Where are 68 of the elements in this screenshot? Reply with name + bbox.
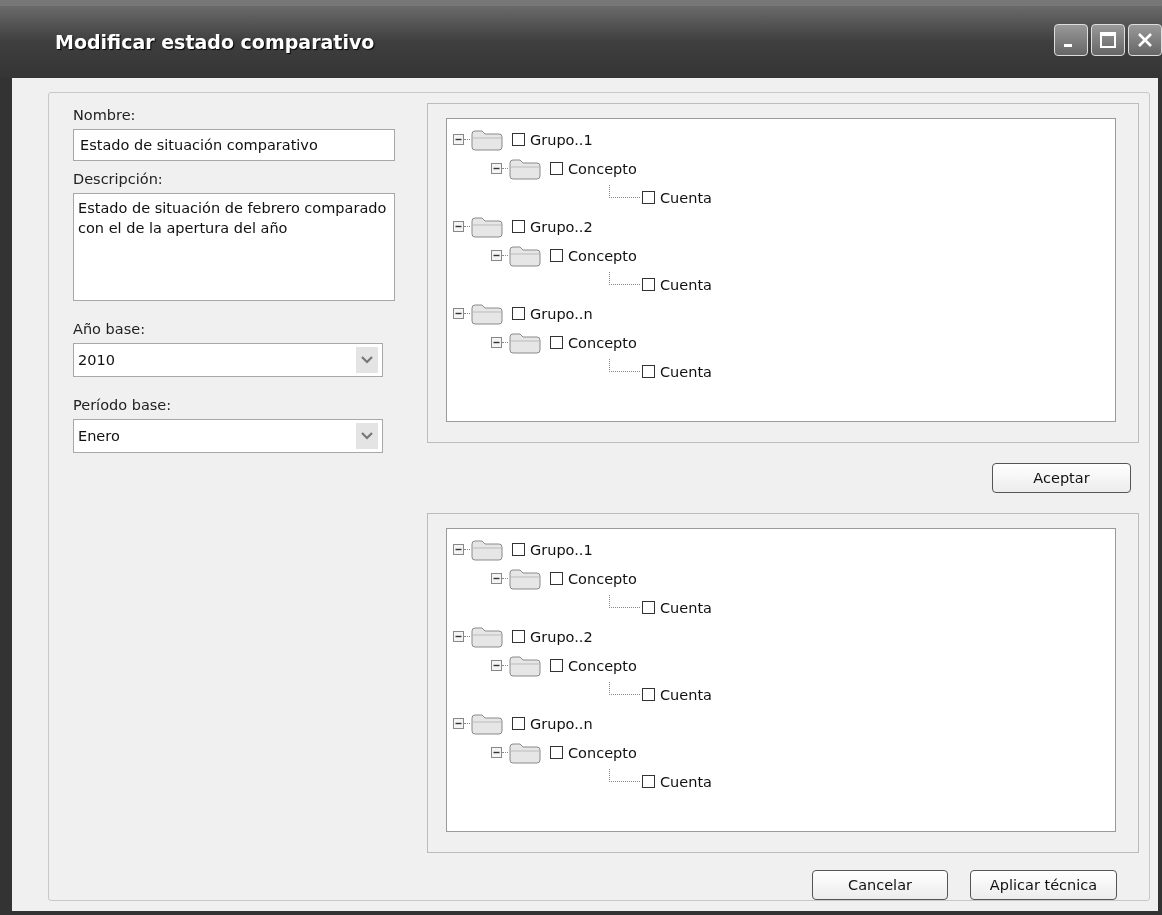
checkbox[interactable] <box>642 278 655 291</box>
collapse-toggle-icon[interactable] <box>491 660 502 671</box>
tree-item[interactable]: Cuenta <box>660 686 712 703</box>
checkbox[interactable] <box>550 249 563 262</box>
checkbox[interactable] <box>512 220 525 233</box>
tree-item[interactable]: Cuenta <box>660 189 712 206</box>
minimize-button[interactable] <box>1054 24 1088 56</box>
field-label: Año base: <box>73 321 147 337</box>
checkbox[interactable] <box>512 717 525 730</box>
close-icon <box>1136 31 1154 49</box>
tree-item[interactable]: Grupo..1 <box>530 541 593 558</box>
period-dropdown[interactable]: Enero <box>73 419 383 453</box>
tree-item[interactable]: Grupo..n <box>530 305 593 322</box>
minimize-icon <box>1064 43 1072 47</box>
checkbox[interactable] <box>512 543 525 556</box>
checkbox[interactable] <box>642 775 655 788</box>
year-dropdown[interactable]: 2010 <box>73 343 383 377</box>
dialog-button[interactable]: Cancelar <box>812 870 948 900</box>
collapse-toggle-icon[interactable] <box>453 544 464 555</box>
tree-item[interactable]: Concepto <box>568 570 637 587</box>
chevron-down-icon <box>356 423 378 449</box>
collapse-toggle-icon[interactable] <box>491 163 502 174</box>
tree-item[interactable]: Grupo..2 <box>530 218 593 235</box>
window-title: Modificar estado comparativo <box>55 31 375 53</box>
maximize-button[interactable] <box>1091 24 1125 56</box>
checkbox[interactable] <box>642 688 655 701</box>
tree-item[interactable]: Concepto <box>568 657 637 674</box>
tree-item[interactable]: Concepto <box>568 744 637 761</box>
collapse-toggle-icon[interactable] <box>453 134 464 145</box>
checkbox[interactable] <box>512 307 525 320</box>
checkbox[interactable] <box>512 133 525 146</box>
checkbox[interactable] <box>642 365 655 378</box>
name-field[interactable]: Estado de situación comparativo <box>73 129 395 161</box>
collapse-toggle-icon[interactable] <box>453 221 464 232</box>
tree-item[interactable]: Grupo..2 <box>530 628 593 645</box>
description-field[interactable]: Estado de situación de febrero comparado con el de la apertura del año <box>73 193 395 301</box>
checkbox[interactable] <box>642 191 655 204</box>
field-label: Nombre: <box>73 107 137 123</box>
checkbox[interactable] <box>550 746 563 759</box>
checkbox[interactable] <box>550 336 563 349</box>
tree-item[interactable]: Grupo..1 <box>530 131 593 148</box>
checkbox[interactable] <box>550 572 563 585</box>
collapse-toggle-icon[interactable] <box>453 631 464 642</box>
checkbox[interactable] <box>550 162 563 175</box>
tree-item[interactable]: Cuenta <box>660 599 712 616</box>
collapse-toggle-icon[interactable] <box>453 308 464 319</box>
close-button[interactable] <box>1128 24 1162 56</box>
collapse-toggle-icon[interactable] <box>491 250 502 261</box>
tree-item[interactable]: Cuenta <box>660 276 712 293</box>
collapse-toggle-icon[interactable] <box>491 573 502 584</box>
collapse-toggle-icon[interactable] <box>491 747 502 758</box>
tree-item[interactable]: Concepto <box>568 247 637 264</box>
tree-item[interactable]: Concepto <box>568 334 637 351</box>
tree-item[interactable]: Concepto <box>568 160 637 177</box>
collapse-toggle-icon[interactable] <box>453 718 464 729</box>
chevron-down-icon <box>356 347 378 373</box>
collapse-toggle-icon[interactable] <box>491 337 502 348</box>
accept-button[interactable]: Aceptar <box>992 463 1131 493</box>
tree-item[interactable]: Cuenta <box>660 363 712 380</box>
maximize-icon <box>1099 31 1117 49</box>
checkbox[interactable] <box>550 659 563 672</box>
field-label: Período base: <box>73 397 173 413</box>
tree-item[interactable]: Grupo..n <box>530 715 593 732</box>
checkbox[interactable] <box>642 601 655 614</box>
field-label: Descripción: <box>73 171 164 187</box>
tree-item[interactable]: Cuenta <box>660 773 712 790</box>
checkbox[interactable] <box>512 630 525 643</box>
dialog-button[interactable]: Aplicar técnica <box>970 870 1117 900</box>
